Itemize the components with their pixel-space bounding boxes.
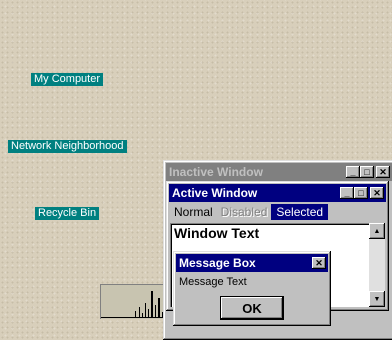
close-icon: ✕ bbox=[379, 166, 387, 177]
close-button[interactable]: ✕ bbox=[370, 187, 384, 199]
desktop-icon-my-computer[interactable]: My Computer bbox=[31, 73, 104, 86]
maximize-icon: □ bbox=[364, 166, 370, 177]
menu-item-disabled[interactable]: Disabled bbox=[217, 205, 272, 219]
minimize-button[interactable]: _ bbox=[346, 166, 360, 178]
menu-item-normal[interactable]: Normal bbox=[170, 205, 217, 219]
maximize-button[interactable]: □ bbox=[360, 166, 374, 178]
close-icon: ✕ bbox=[373, 187, 381, 198]
menu-item-selected[interactable]: Selected bbox=[271, 204, 329, 220]
message-text: Message Text bbox=[179, 276, 247, 288]
ok-button-label: OK bbox=[242, 300, 262, 316]
message-box[interactable]: Message Box ✕ Message Text OK bbox=[173, 251, 331, 326]
desktop-icon-label: My Computer bbox=[34, 73, 101, 85]
message-box-title: Message Box bbox=[179, 256, 256, 270]
background-graphic bbox=[100, 284, 167, 319]
desktop-icon-label: Network Neighborhood bbox=[11, 140, 124, 152]
close-icon: ✕ bbox=[315, 257, 323, 268]
message-box-titlebar[interactable]: Message Box ✕ bbox=[176, 254, 328, 272]
maximize-button[interactable]: □ bbox=[354, 187, 368, 199]
window-text: Window Text bbox=[174, 225, 260, 241]
active-window-title: Active Window bbox=[172, 186, 258, 200]
desktop-icon-label: Recycle Bin bbox=[38, 207, 97, 219]
minimize-icon: _ bbox=[344, 187, 350, 198]
active-window-titlebar[interactable]: Active Window _ □ ✕ bbox=[169, 184, 386, 202]
vertical-scrollbar[interactable]: ▲ ▼ bbox=[369, 223, 385, 307]
minimize-button[interactable]: _ bbox=[340, 187, 354, 199]
desktop-icon-recycle-bin[interactable]: Recycle Bin bbox=[35, 207, 100, 220]
menu-bar: Normal Disabled Selected bbox=[170, 203, 329, 221]
inactive-window-titlebar[interactable]: Inactive Window _ □ ✕ bbox=[166, 163, 392, 181]
scroll-up-icon: ▲ bbox=[373, 227, 381, 235]
close-button[interactable]: ✕ bbox=[312, 257, 326, 269]
inactive-window-title: Inactive Window bbox=[169, 165, 263, 179]
scroll-up-button[interactable]: ▲ bbox=[369, 223, 385, 239]
waveform-graphic bbox=[101, 291, 167, 318]
scroll-down-icon: ▼ bbox=[373, 295, 381, 303]
ok-button[interactable]: OK bbox=[221, 297, 283, 319]
minimize-icon: _ bbox=[350, 166, 356, 177]
maximize-icon: □ bbox=[358, 187, 364, 198]
desktop-icon-network-neighborhood[interactable]: Network Neighborhood bbox=[8, 140, 127, 153]
scroll-down-button[interactable]: ▼ bbox=[369, 291, 385, 307]
close-button[interactable]: ✕ bbox=[376, 166, 390, 178]
